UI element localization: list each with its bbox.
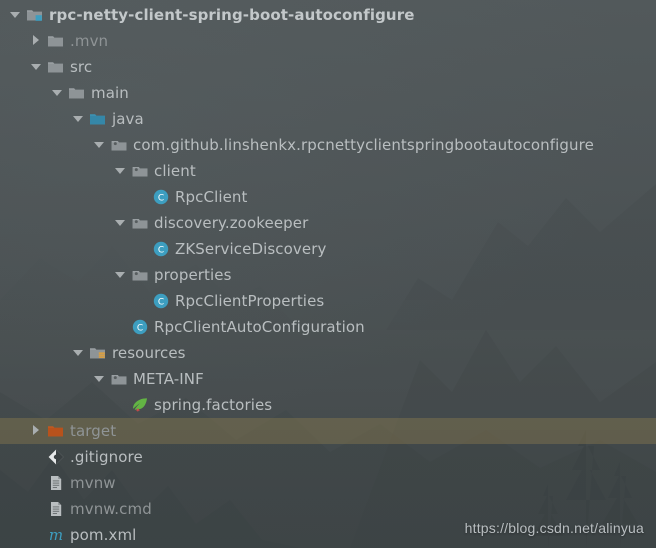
- svg-text:C: C: [158, 245, 164, 255]
- tree-row[interactable]: properties: [0, 262, 656, 288]
- java-class-icon: C: [152, 292, 170, 310]
- folder-icon: [47, 58, 65, 76]
- resources-folder-icon: [89, 344, 107, 362]
- tree-row[interactable]: target: [0, 418, 656, 444]
- java-class-icon: C: [131, 318, 149, 336]
- tree-row[interactable]: src: [0, 54, 656, 80]
- package-icon: [131, 214, 149, 232]
- java-class-icon: C: [152, 188, 170, 206]
- no-toggle-spacer: [134, 184, 149, 210]
- package-icon: [131, 266, 149, 284]
- tree-row[interactable]: client: [0, 158, 656, 184]
- package-icon: [131, 162, 149, 180]
- no-toggle-spacer: [29, 496, 44, 522]
- tree-row-label: rpc-netty-client-spring-boot-autoconfigu…: [49, 6, 415, 24]
- git-icon: [47, 448, 65, 466]
- svg-text:C: C: [137, 323, 143, 333]
- no-toggle-spacer: [134, 288, 149, 314]
- tree-row-label: resources: [112, 344, 186, 362]
- tree-row-label: main: [91, 84, 129, 102]
- svg-text:m: m: [49, 526, 63, 544]
- svg-text:C: C: [158, 193, 164, 203]
- tree-row[interactable]: main: [0, 80, 656, 106]
- no-toggle-spacer: [29, 444, 44, 470]
- java-class-icon: C: [152, 240, 170, 258]
- tree-row[interactable]: C RpcClient: [0, 184, 656, 210]
- tree-row-label: com.github.linshenkx.rpcnettyclientsprin…: [133, 136, 594, 154]
- tree-row-label: RpcClient: [175, 188, 248, 206]
- tree-row-label: client: [154, 162, 196, 180]
- tree-row[interactable]: java: [0, 106, 656, 132]
- tree-row[interactable]: mvnw: [0, 470, 656, 496]
- folder-icon: [68, 84, 86, 102]
- no-toggle-spacer: [113, 314, 128, 340]
- tree-row-label: ZKServiceDiscovery: [175, 240, 327, 258]
- chevron-down-icon[interactable]: [71, 106, 86, 132]
- chevron-down-icon[interactable]: [113, 158, 128, 184]
- tree-row-label: src: [70, 58, 93, 76]
- module-folder-icon: [26, 6, 44, 24]
- chevron-right-icon[interactable]: [29, 418, 44, 444]
- project-tree-panel: rpc-netty-client-spring-boot-autoconfigu…: [0, 0, 656, 548]
- folder-icon: [47, 32, 65, 50]
- package-icon: [110, 370, 128, 388]
- tree-row-label: pom.xml: [70, 526, 137, 544]
- tree-row-label: mvnw.cmd: [70, 500, 152, 518]
- chevron-right-icon[interactable]: [29, 28, 44, 54]
- chevron-down-icon[interactable]: [113, 210, 128, 236]
- tree-row[interactable]: .mvn: [0, 28, 656, 54]
- tree-row-label: RpcClientAutoConfiguration: [154, 318, 365, 336]
- chevron-down-icon[interactable]: [71, 340, 86, 366]
- tree-row[interactable]: C RpcClientAutoConfiguration: [0, 314, 656, 340]
- tree-row[interactable]: spring.factories: [0, 392, 656, 418]
- ignored-file-icon: [47, 500, 65, 518]
- no-toggle-spacer: [29, 522, 44, 548]
- chevron-down-icon[interactable]: [8, 2, 23, 28]
- tree-row[interactable]: .gitignore: [0, 444, 656, 470]
- watermark-url: https://blog.csdn.net/alinyua: [464, 520, 644, 536]
- tree-row[interactable]: mvnw.cmd: [0, 496, 656, 522]
- tree-row[interactable]: com.github.linshenkx.rpcnettyclientsprin…: [0, 132, 656, 158]
- ignored-file-icon: [47, 474, 65, 492]
- tree-row-label: target: [70, 422, 117, 440]
- chevron-down-icon[interactable]: [92, 366, 107, 392]
- excluded-folder-icon: [47, 422, 65, 440]
- tree-row-label: META-INF: [133, 370, 204, 388]
- tree-row-label: .mvn: [70, 32, 109, 50]
- tree-row[interactable]: C ZKServiceDiscovery: [0, 236, 656, 262]
- package-icon: [110, 136, 128, 154]
- no-toggle-spacer: [29, 470, 44, 496]
- tree-row[interactable]: META-INF: [0, 366, 656, 392]
- tree-row-label: java: [112, 110, 144, 128]
- tree-row-label: discovery.zookeeper: [154, 214, 309, 232]
- no-toggle-spacer: [113, 392, 128, 418]
- svg-text:C: C: [158, 297, 164, 307]
- tree-row[interactable]: C RpcClientProperties: [0, 288, 656, 314]
- source-root-folder-icon: [89, 110, 107, 128]
- tree-row[interactable]: rpc-netty-client-spring-boot-autoconfigu…: [0, 2, 656, 28]
- tree-row-label: mvnw: [70, 474, 116, 492]
- tree-row-label: .gitignore: [70, 448, 143, 466]
- tree-row-label: RpcClientProperties: [175, 292, 325, 310]
- tree-row[interactable]: resources: [0, 340, 656, 366]
- no-toggle-spacer: [134, 236, 149, 262]
- maven-icon: m: [47, 526, 65, 544]
- chevron-down-icon[interactable]: [113, 262, 128, 288]
- chevron-down-icon[interactable]: [50, 80, 65, 106]
- tree-row-label: spring.factories: [154, 396, 273, 414]
- chevron-down-icon[interactable]: [92, 132, 107, 158]
- file-tree[interactable]: rpc-netty-client-spring-boot-autoconfigu…: [0, 0, 656, 548]
- tree-row-label: properties: [154, 266, 232, 284]
- tree-row[interactable]: discovery.zookeeper: [0, 210, 656, 236]
- chevron-down-icon[interactable]: [29, 54, 44, 80]
- spring-leaf-icon: [131, 396, 149, 414]
